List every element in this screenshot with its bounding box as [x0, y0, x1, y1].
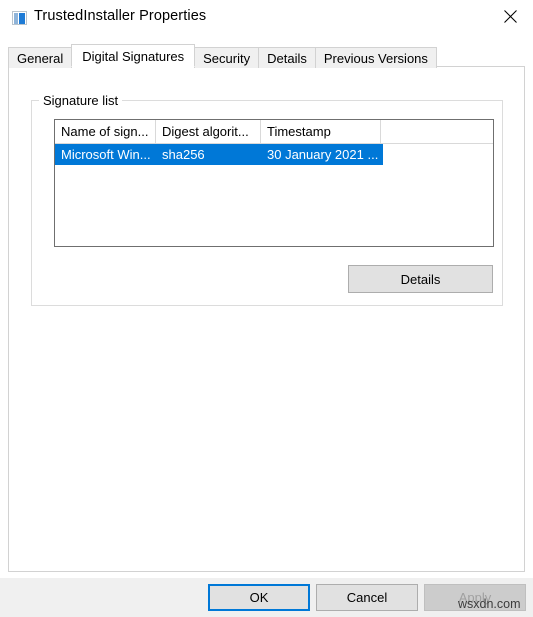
signature-list-view[interactable]: Name of sign... Digest algorit... Timest… [54, 119, 494, 247]
signature-list-group-label: Signature list [39, 93, 123, 108]
tab-strip: General Digital Signatures Security Deta… [8, 44, 437, 68]
column-header-name[interactable]: Name of sign... [55, 120, 156, 144]
tab-security-label: Security [203, 51, 251, 66]
column-header-blank[interactable] [381, 120, 493, 144]
cell-signer-name: Microsoft Win... [61, 147, 151, 162]
properties-dialog: TrustedInstaller Properties General Digi… [0, 0, 533, 617]
tab-previous-versions-label: Previous Versions [323, 51, 428, 66]
tab-previous-versions[interactable]: Previous Versions [314, 47, 437, 68]
window-title: TrustedInstaller Properties [34, 8, 207, 24]
table-row[interactable]: Microsoft Win... sha256 30 January 2021 … [55, 144, 383, 165]
window-icon-right-pane [19, 13, 25, 24]
cell-timestamp: 30 January 2021 ... [267, 147, 379, 162]
tab-details[interactable]: Details [258, 47, 316, 68]
cancel-button[interactable]: Cancel [316, 584, 418, 611]
cancel-button-label: Cancel [346, 590, 388, 605]
tab-details-label: Details [267, 51, 307, 66]
signature-list-group: Signature list Name of sign... Digest al… [31, 93, 503, 306]
tab-general[interactable]: General [8, 47, 73, 68]
details-button[interactable]: Details [348, 265, 493, 293]
ok-button[interactable]: OK [208, 584, 310, 611]
ok-button-label: OK [249, 590, 269, 605]
tab-general-label: General [17, 51, 64, 66]
tab-page-digital-signatures: Signature list Name of sign... Digest al… [8, 66, 525, 572]
tab-digital-signatures-label: Digital Signatures [82, 49, 185, 64]
details-button-label: Details [400, 271, 441, 287]
tab-digital-signatures[interactable]: Digital Signatures [71, 44, 196, 67]
column-header-timestamp[interactable]: Timestamp [261, 120, 381, 144]
tab-security[interactable]: Security [194, 47, 260, 68]
title-bar: TrustedInstaller Properties [0, 0, 533, 36]
cell-digest-algorithm: sha256 [162, 147, 205, 162]
watermark: wsxdn.com [458, 597, 521, 611]
column-header-digest-algorithm[interactable]: Digest algorit... [156, 120, 261, 144]
close-icon[interactable] [487, 0, 533, 32]
window-icon [12, 11, 27, 25]
signature-list-header: Name of sign... Digest algorit... Timest… [55, 120, 493, 144]
dialog-button-bar: OK Cancel Apply [0, 578, 533, 617]
signature-list-rows: Microsoft Win... sha256 30 January 2021 … [55, 144, 493, 165]
window-icon-left-pane [14, 13, 18, 24]
